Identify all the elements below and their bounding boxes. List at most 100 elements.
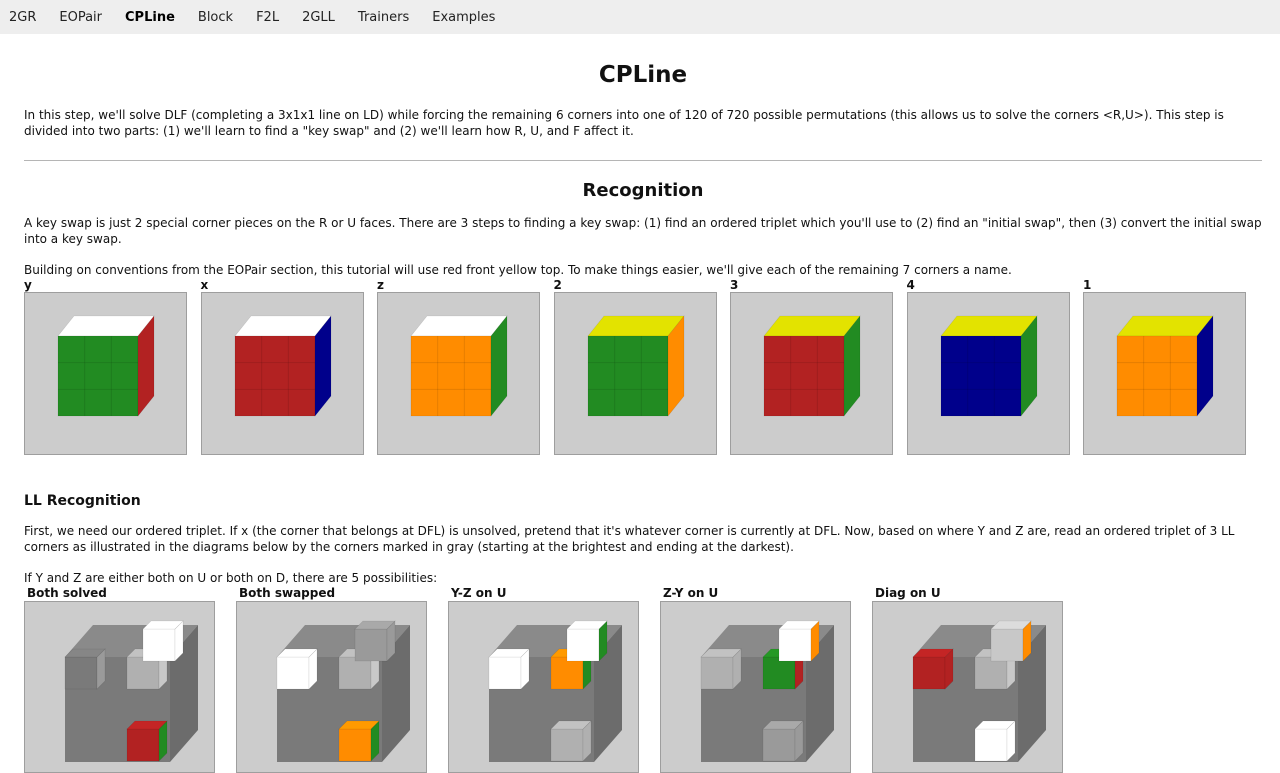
ll-cases-row: Both solved Both swapped Y-Z on U Z-Y on… (24, 586, 1262, 773)
cube-top-face (57, 315, 155, 337)
case-diagram (448, 601, 639, 773)
case-sticker-front (338, 728, 372, 762)
case-label: Y-Z on U (451, 586, 507, 600)
corner-card: z (377, 278, 540, 455)
ordered-triplet-paragraph: First, we need our ordered triplet. If x… (24, 524, 1235, 554)
corner-label: z (377, 278, 384, 292)
cube-front-face (234, 335, 315, 417)
case-cube-svg (64, 620, 198, 762)
nav-2gr[interactable]: 2GR (9, 10, 36, 25)
ll-recognition-heading: LL Recognition (24, 493, 141, 509)
case-card: Diag on U (872, 586, 1063, 773)
nav-trainers[interactable]: Trainers (358, 10, 409, 25)
case-diagram (24, 601, 215, 773)
corner-label: 1 (1083, 278, 1092, 292)
key-swap-paragraph: A key swap is just 2 special corner piec… (24, 216, 1262, 246)
corner-names-row: y x z 2 3 4 1 (24, 278, 1262, 455)
cube-top-face (939, 315, 1038, 337)
case-sticker-front (778, 628, 812, 662)
case-label: Both solved (27, 586, 107, 600)
cube-svg (410, 315, 508, 417)
corner-names-paragraph: Building on conventions from the EOPair … (24, 263, 1012, 277)
possibilities-paragraph: If Y and Z are either both on U or both … (24, 571, 438, 585)
corner-cube-diagram (906, 292, 1070, 455)
main-content: CPLine In this step, we'll solve DLF (co… (24, 34, 1262, 773)
corner-card: 1 (1083, 278, 1246, 455)
case-sticker-front (276, 656, 310, 690)
case-sticker-front (700, 656, 734, 690)
corner-label: x (200, 278, 209, 292)
case-label: Z-Y on U (663, 586, 719, 600)
case-cube-svg (912, 620, 1046, 762)
corner-label: 2 (553, 278, 562, 292)
case-sticker-front (762, 728, 796, 762)
nav-f2l[interactable]: F2L (256, 10, 279, 25)
case-sticker-front (550, 656, 584, 690)
corner-cube-diagram (1083, 292, 1246, 455)
intro-paragraph: In this step, we'll solve DLF (completin… (24, 108, 1224, 138)
cube-svg (939, 315, 1038, 417)
cube-front-face (57, 335, 139, 417)
cube-top-face (233, 315, 332, 337)
cube-front-face (410, 335, 492, 417)
nav-block[interactable]: Block (198, 10, 233, 25)
case-card: Both swapped (236, 586, 427, 773)
cube-svg (763, 315, 861, 417)
cube-svg (586, 315, 685, 417)
cube-svg (1116, 315, 1214, 417)
case-diagram (872, 601, 1063, 773)
cube-front-face (940, 335, 1021, 417)
case-sticker-front (990, 628, 1024, 662)
case-sticker-front (566, 628, 600, 662)
case-label: Diag on U (875, 586, 941, 600)
cube-svg (233, 315, 332, 417)
case-card: Z-Y on U (660, 586, 851, 773)
case-diagram (660, 601, 851, 773)
case-cube-svg (488, 620, 622, 762)
cube-top-face (763, 315, 861, 337)
corner-label: 4 (906, 278, 915, 292)
corner-card: 2 (553, 278, 717, 455)
corner-card: 4 (906, 278, 1070, 455)
corner-card: x (200, 278, 364, 455)
nav-2gll[interactable]: 2GLL (302, 10, 335, 25)
cube-front-face (1116, 335, 1198, 417)
case-card: Both solved (24, 586, 215, 773)
corner-cube-diagram (553, 292, 717, 455)
cube-top-face (410, 315, 508, 337)
nav-cpline[interactable]: CPLine (125, 10, 175, 25)
corner-label: 3 (730, 278, 739, 292)
corner-label: y (24, 278, 32, 292)
nav-examples[interactable]: Examples (432, 10, 495, 25)
case-sticker-front (974, 656, 1008, 690)
case-sticker-front (974, 728, 1008, 762)
corner-cube-diagram (200, 292, 364, 455)
case-sticker-front (142, 628, 176, 662)
case-label: Both swapped (239, 586, 336, 600)
cube-svg (57, 315, 155, 417)
case-cube-svg (276, 620, 410, 762)
corner-card: y (24, 278, 187, 455)
cube-front-face (587, 335, 668, 417)
case-sticker-front (338, 656, 372, 690)
corner-cube-diagram (24, 292, 187, 455)
corner-card: 3 (730, 278, 893, 455)
case-sticker-front (354, 628, 388, 662)
section-divider (24, 160, 1262, 161)
case-sticker-front (126, 656, 160, 690)
case-sticker-front (488, 656, 522, 690)
cube-front-face (763, 335, 845, 417)
cube-top-face (1116, 315, 1214, 337)
case-sticker-front (64, 656, 98, 690)
cube-top-face (586, 315, 685, 337)
case-sticker-front (550, 728, 584, 762)
case-sticker-front (912, 656, 946, 690)
nav-eopair[interactable]: EOPair (59, 10, 102, 25)
case-sticker-front (126, 728, 160, 762)
page-title: CPLine (598, 62, 688, 88)
recognition-heading: Recognition (582, 180, 704, 201)
case-sticker-front (762, 656, 796, 690)
case-diagram (236, 601, 427, 773)
case-card: Y-Z on U (448, 586, 639, 773)
corner-cube-diagram (377, 292, 540, 455)
